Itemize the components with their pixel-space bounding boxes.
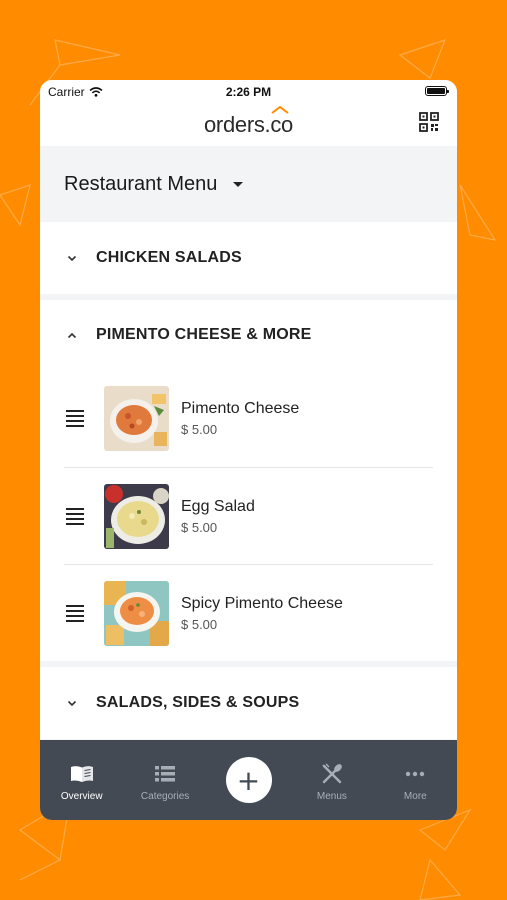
tab-menus[interactable]: Menus (290, 740, 373, 820)
logo-text: orders.co (203, 112, 293, 137)
category-header[interactable]: CHICKEN SALADS (40, 222, 457, 294)
category-label: SALADS, SIDES & SOUPS (96, 694, 300, 711)
qr-code-icon[interactable] (419, 112, 439, 132)
tab-label: Categories (140, 791, 190, 802)
chevron-down-icon (66, 255, 78, 262)
menu-selector[interactable]: Restaurant Menu (40, 146, 457, 222)
app-header: orders.co (40, 104, 457, 146)
category-label: PIMENTO CHEESE & MORE (96, 326, 312, 343)
category-header[interactable]: PIMENTO CHEESE & MORE (40, 300, 457, 370)
item-photo (104, 580, 169, 646)
category-section-salads-sides-soups: SALADS, SIDES & SOUPS (40, 667, 457, 739)
item-price: $ 5.00 (181, 519, 218, 535)
menu-item[interactable]: Pimento Cheese $ 5.00 (64, 370, 433, 467)
drag-handle-icon[interactable] (66, 604, 86, 622)
tab-more[interactable]: More (374, 740, 457, 820)
add-button[interactable]: + (225, 757, 272, 803)
list-icon (152, 763, 178, 785)
chevron-up-icon (66, 332, 78, 339)
menu-item[interactable]: Egg Salad $ 5.00 (64, 467, 433, 564)
status-time: 2:26 PM (225, 85, 272, 99)
category-section-pimento-cheese: PIMENTO CHEESE & MORE Pimento Cheese $ 5… (40, 300, 457, 661)
drag-handle-icon[interactable] (66, 410, 86, 427)
tab-overview[interactable]: Overview (40, 740, 123, 820)
logo-roof-icon (271, 106, 289, 114)
utensils-icon (319, 763, 345, 785)
item-name: Spicy Pimento Cheese (181, 594, 343, 612)
category-label: CHICKEN SALADS (96, 249, 242, 266)
status-bar: Carrier 2:26 PM (40, 80, 457, 104)
item-name: Pimento Cheese (181, 400, 300, 417)
category-section-chicken-salads: CHICKEN SALADS (40, 222, 457, 294)
battery-icon (425, 86, 449, 96)
item-photo (104, 386, 169, 451)
drag-handle-icon[interactable] (66, 507, 86, 525)
phone-screen: Carrier 2:26 PM orders.co Restaurant Men… (40, 80, 457, 820)
category-header[interactable]: SALADS, SIDES & SOUPS (40, 667, 457, 739)
caret-down-icon (233, 181, 244, 187)
tab-label: More (403, 791, 427, 802)
item-list: Pimento Cheese $ 5.00 Egg Salad $ 5.00 S… (40, 370, 457, 661)
item-name: Egg Salad (181, 497, 255, 515)
menu-item[interactable]: Spicy Pimento Cheese $ 5.00 (64, 564, 433, 661)
tab-add[interactable]: + (207, 740, 290, 820)
tab-label: Overview (60, 791, 103, 802)
logo: orders.co (40, 106, 457, 138)
tab-categories[interactable]: Categories (123, 740, 206, 820)
tab-label: Menus (316, 791, 347, 802)
more-dots-icon (402, 763, 428, 785)
item-photo (104, 483, 169, 549)
plus-icon: + (236, 763, 261, 797)
tab-bar: Overview Categories + Menus More (40, 740, 457, 820)
book-icon (69, 763, 95, 785)
item-price: $ 5.00 (181, 616, 218, 632)
chevron-down-icon (66, 700, 78, 707)
menu-selector-title: Restaurant Menu (64, 172, 218, 195)
item-price: $ 5.00 (181, 422, 218, 437)
